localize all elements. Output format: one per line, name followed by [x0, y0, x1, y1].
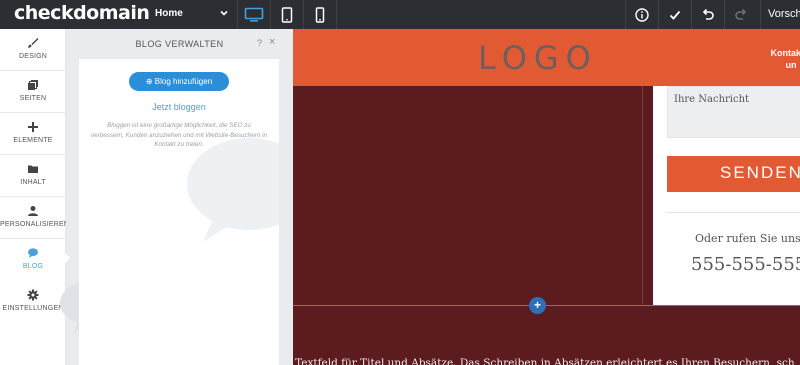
blog-panel: BLOG VERWALTEN ? × ⊕ Blog hinzufügen Jet… — [60, 29, 293, 365]
column-separator — [642, 86, 643, 304]
contact-form-panel[interactable]: Ihre Nachricht SENDEN Oder rufen Sie uns… — [653, 86, 800, 306]
speech-bubble-decoration-icon — [187, 138, 279, 242]
person-icon — [28, 206, 38, 216]
sidebar-item-design[interactable]: DESIGN — [0, 29, 66, 71]
plus-circle-icon: ⊕ — [145, 77, 155, 86]
plus-icon — [28, 122, 38, 132]
top-toolbar: checkdomain Home Vorsc — [0, 0, 800, 29]
blog-description: Bloggen ist eine großartige Möglichkeit,… — [91, 122, 267, 148]
page-selector[interactable]: Home — [146, 0, 238, 29]
sidebar-item-label: EINSTELLUNGEN — [2, 305, 64, 312]
website-canvas[interactable]: LOGO Kontaktie un Ihre Nachricht SENDEN … — [293, 29, 800, 365]
mobile-view-button[interactable] — [304, 0, 337, 29]
add-blog-label: Blog hinzufügen — [154, 77, 213, 86]
contact-nav-line1: Kontaktie — [770, 48, 800, 58]
start-blogging-link[interactable]: Jetzt bloggen — [79, 102, 279, 112]
info-icon — [635, 7, 649, 22]
preview-button[interactable]: Vorscha — [760, 0, 800, 29]
contact-nav-line2: un — [785, 60, 797, 70]
section-boundary-line — [293, 305, 800, 306]
blog-panel-card: ⊕ Blog hinzufügen Jetzt bloggen Bloggen … — [79, 59, 279, 365]
redo-button[interactable] — [724, 0, 757, 29]
sidebar-item-label: PERSONALISIEREN — [0, 221, 70, 228]
sidebar-item-elements[interactable]: ELEMENTE — [0, 113, 66, 155]
brush-icon — [28, 38, 39, 48]
undo-icon — [702, 8, 714, 20]
body-paragraph[interactable]: n Textfeld für Titel und Absätze. Das Sc… — [293, 357, 800, 365]
close-button[interactable]: × — [269, 36, 275, 48]
check-icon — [669, 10, 681, 20]
folder-icon — [28, 165, 38, 173]
left-sidebar: DESIGN SEITEN ELEMENTE INHALT PERSONALIS… — [0, 29, 70, 365]
publish-check-button[interactable] — [658, 0, 691, 29]
redo-icon — [735, 8, 747, 20]
desktop-view-button[interactable] — [238, 0, 271, 29]
sidebar-item-personalize[interactable]: PERSONALISIEREN — [0, 197, 70, 239]
page-selector-value: Home — [155, 8, 183, 19]
sidebar-item-label: DESIGN — [18, 53, 48, 60]
message-field[interactable]: Ihre Nachricht — [667, 86, 800, 138]
sidebar-item-pages[interactable]: SEITEN — [0, 71, 66, 113]
chevron-down-icon — [220, 10, 228, 16]
help-button[interactable]: ? — [257, 38, 262, 48]
sidebar-item-content[interactable]: INHALT — [0, 155, 66, 197]
sidebar-item-label: SEITEN — [19, 95, 47, 102]
sidebar-item-label: BLOG — [22, 263, 44, 270]
tablet-icon — [281, 6, 293, 23]
site-logo[interactable]: LOGO — [478, 39, 598, 77]
add-section-button[interactable]: + — [529, 297, 546, 314]
sidebar-item-label: INHALT — [20, 179, 46, 186]
gear-icon — [27, 289, 39, 301]
add-blog-button[interactable]: ⊕ Blog hinzufügen — [129, 72, 229, 91]
sidebar-item-blog[interactable]: BLOG — [0, 239, 66, 281]
desktop-icon — [244, 7, 264, 22]
form-divider — [667, 212, 800, 213]
brand-logo: checkdomain — [14, 2, 150, 24]
send-button[interactable]: SENDEN — [667, 156, 800, 192]
site-header[interactable]: LOGO Kontaktie un — [293, 29, 800, 86]
sidebar-item-label: ELEMENTE — [13, 137, 53, 144]
call-us-text: Oder rufen Sie uns a — [695, 232, 800, 245]
phone-number: 555-555-555 — [691, 254, 800, 275]
active-indicator-arrow — [64, 252, 70, 264]
undo-button[interactable] — [691, 0, 724, 29]
pages-icon — [28, 80, 38, 90]
contact-nav-link[interactable]: Kontaktie un — [751, 47, 800, 71]
mobile-icon — [315, 6, 325, 23]
info-button[interactable] — [625, 0, 658, 29]
chat-bubble-icon — [28, 248, 38, 258]
tablet-view-button[interactable] — [271, 0, 304, 29]
sidebar-item-settings[interactable]: EINSTELLUNGEN — [0, 281, 66, 323]
